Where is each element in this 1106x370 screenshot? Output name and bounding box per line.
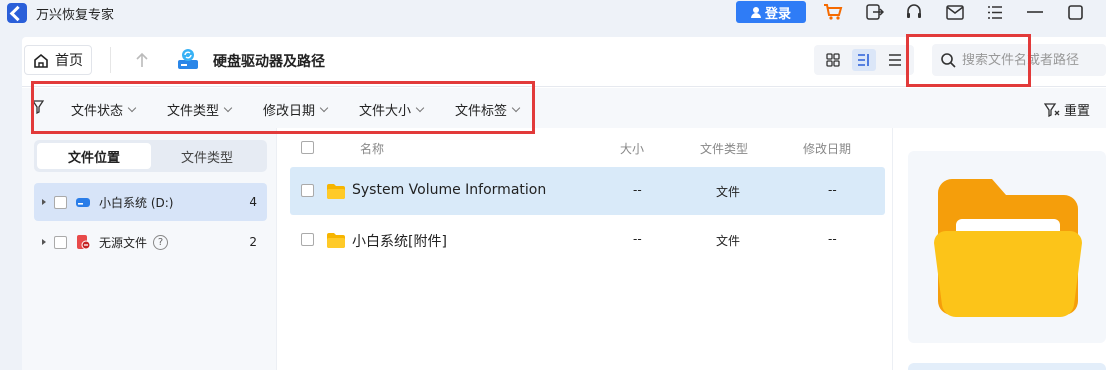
filter-date-label: 修改日期 — [263, 104, 316, 119]
file-type: 文件 — [716, 185, 741, 199]
help-icon[interactable]: ? — [153, 234, 169, 250]
detail-view-icon[interactable] — [851, 49, 876, 71]
login-button[interactable]: 登录 — [736, 1, 806, 23]
filter-status-dropdown[interactable]: 文件状态 — [71, 100, 137, 119]
sidebar: 文件位置 文件类型 小白系统 (D:) 4 无源文件 ? 2 — [22, 128, 277, 370]
export-icon[interactable] — [864, 2, 886, 22]
chevron-down-icon — [223, 103, 233, 113]
filter-icon — [32, 100, 44, 114]
tab-file-location[interactable]: 文件位置 — [37, 143, 151, 169]
search-box[interactable] — [932, 44, 1106, 76]
filter-bar: 文件状态 文件类型 修改日期 文件大小 文件标签 重置 — [22, 88, 1106, 128]
lost-file-icon — [77, 235, 91, 250]
row-checkbox[interactable] — [301, 233, 314, 246]
mail-icon[interactable] — [944, 2, 966, 22]
filter-tag-label: 文件标签 — [455, 104, 508, 119]
expand-arrow-icon[interactable] — [42, 239, 46, 245]
filter-tag-dropdown[interactable]: 文件标签 — [455, 100, 521, 119]
folder-icon — [327, 233, 345, 248]
title-bar: 万兴恢复专家 登录 — [0, 0, 1106, 26]
filter-size-label: 文件大小 — [359, 104, 412, 119]
menu-icon[interactable] — [984, 2, 1006, 22]
expand-arrow-icon[interactable] — [42, 199, 46, 205]
file-type: 文件 — [716, 234, 741, 248]
preview-panel-secondary — [908, 363, 1106, 370]
table-row[interactable]: System Volume Information -- 文件 -- — [290, 167, 885, 215]
file-size: -- — [633, 183, 642, 197]
row-checkbox[interactable] — [301, 184, 314, 197]
drive-icon — [76, 198, 90, 207]
chevron-down-icon — [127, 103, 137, 113]
app-title: 万兴恢复专家 — [36, 8, 115, 23]
tree-item-label: 无源文件 — [99, 235, 148, 250]
main-panel: 首页 硬盘驱动器及路径 搜索文件名或者路径 文件状态 文件类型 修改日期 文件大… — [22, 37, 1106, 370]
search-input[interactable] — [962, 52, 1102, 68]
home-label: 首页 — [55, 53, 83, 69]
chevron-down-icon — [415, 103, 425, 113]
list-header: 名称 大小 文件类型 修改日期 — [290, 137, 886, 159]
home-icon — [34, 53, 48, 68]
list-view-icon[interactable] — [883, 49, 907, 71]
tree-item-count: 4 — [249, 195, 257, 209]
file-size: -- — [633, 232, 642, 246]
table-row[interactable]: 小白系统[附件] -- 文件 -- — [290, 216, 885, 264]
large-folder-icon — [934, 179, 1082, 318]
header-name[interactable]: 名称 — [360, 140, 384, 157]
app-logo-icon — [7, 3, 27, 23]
sidebar-tabs: 文件位置 文件类型 — [34, 140, 267, 172]
tree-item-count: 2 — [249, 235, 257, 249]
reset-label: 重置 — [1064, 104, 1091, 119]
file-modified: -- — [828, 183, 837, 197]
home-button[interactable]: 首页 — [24, 45, 92, 75]
header-type[interactable]: 文件类型 — [700, 140, 748, 157]
search-icon — [941, 53, 956, 68]
divider — [110, 47, 111, 73]
header-size[interactable]: 大小 — [620, 140, 644, 157]
file-modified: -- — [828, 232, 837, 246]
reset-filter-button[interactable]: 重置 — [1044, 100, 1090, 119]
tree-item-label: 小白系统 (D:) — [99, 195, 174, 210]
file-name: System Volume Information — [352, 182, 547, 198]
login-label: 登录 — [764, 6, 791, 22]
breadcrumb: 硬盘驱动器及路径 — [213, 54, 325, 70]
navigation-bar: 首页 硬盘驱动器及路径 — [22, 37, 1106, 87]
filter-size-dropdown[interactable]: 文件大小 — [359, 100, 425, 119]
filter-type-label: 文件类型 — [167, 104, 220, 119]
select-all-checkbox[interactable] — [301, 141, 314, 154]
checkbox[interactable] — [54, 235, 67, 249]
folder-icon — [327, 184, 345, 199]
tree-item-orphan-files[interactable]: 无源文件 ? 2 — [34, 223, 267, 261]
maximize-icon[interactable] — [1064, 2, 1086, 22]
chevron-down-icon — [511, 103, 521, 113]
chevron-down-icon — [319, 103, 329, 113]
grid-view-icon[interactable] — [821, 49, 845, 71]
preview-panel — [908, 151, 1106, 343]
up-arrow-icon[interactable] — [130, 45, 154, 75]
view-mode-group — [814, 45, 914, 75]
checkbox[interactable] — [54, 195, 67, 209]
clear-filter-icon — [1044, 102, 1060, 117]
tab-file-type[interactable]: 文件类型 — [150, 143, 264, 169]
user-icon — [750, 6, 761, 18]
filter-date-dropdown[interactable]: 修改日期 — [263, 100, 329, 119]
file-name: 小白系统[附件] — [352, 234, 447, 250]
filter-type-dropdown[interactable]: 文件类型 — [167, 100, 233, 119]
filter-status-label: 文件状态 — [71, 104, 124, 119]
header-modified[interactable]: 修改日期 — [803, 140, 851, 157]
hard-drive-icon — [178, 49, 198, 69]
divider — [892, 128, 893, 370]
cart-icon[interactable] — [822, 2, 844, 22]
minimize-icon[interactable] — [1024, 2, 1046, 22]
tree-item-drive-d[interactable]: 小白系统 (D:) 4 — [34, 183, 267, 221]
headset-icon[interactable] — [903, 2, 925, 22]
